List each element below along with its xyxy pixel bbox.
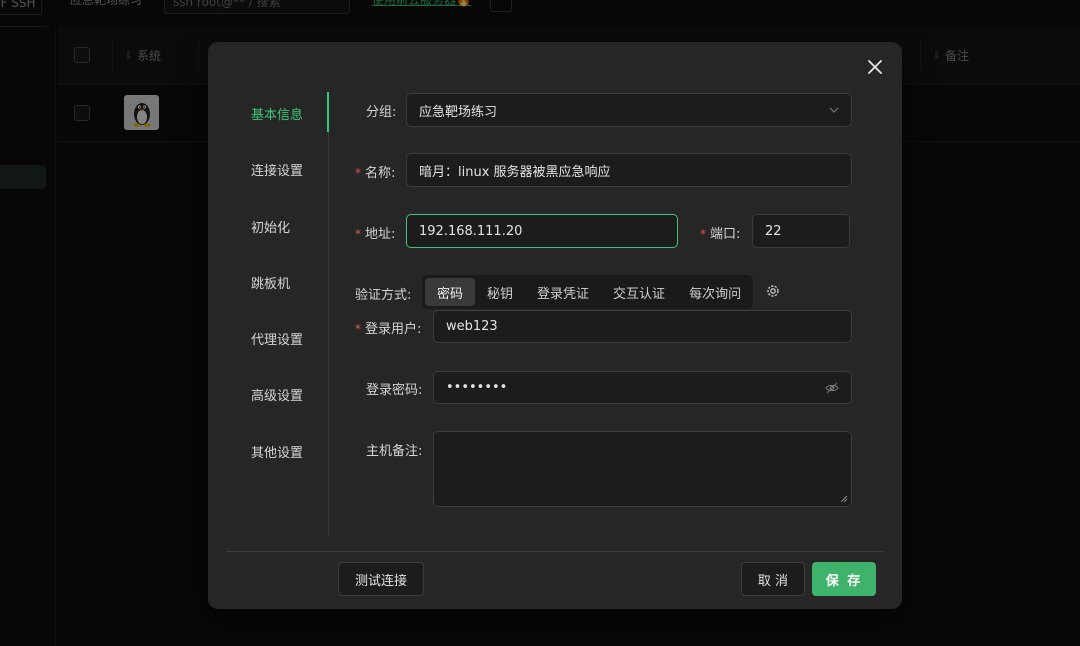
nav-item-basic[interactable]: 基本信息 bbox=[251, 104, 303, 123]
cancel-button[interactable]: 取 消 bbox=[741, 562, 805, 596]
auth-option-credential[interactable]: 登录凭证 bbox=[525, 278, 601, 306]
user-label-text: 登录用户: bbox=[365, 322, 422, 337]
required-mark: * bbox=[355, 166, 361, 180]
nav-item-other[interactable]: 其他设置 bbox=[251, 442, 303, 461]
nav-divider bbox=[328, 92, 329, 535]
group-select[interactable]: 应急靶场练习 bbox=[406, 93, 852, 127]
nav-item-advanced[interactable]: 高级设置 bbox=[251, 385, 303, 404]
auth-option-interactive[interactable]: 交互认证 bbox=[601, 278, 677, 306]
nav-item-connection[interactable]: 连接设置 bbox=[251, 160, 303, 179]
username-input-value: web123 bbox=[446, 319, 498, 334]
edit-host-dialog: 基本信息 连接设置 初始化 跳板机 代理设置 高级设置 其他设置 分组: 应急靶… bbox=[208, 42, 902, 609]
group-field-label: 分组: bbox=[366, 105, 397, 120]
auth-method-selector: 密码 秘钥 登录凭证 交互认证 每次询问 bbox=[422, 275, 753, 309]
chevron-down-icon bbox=[829, 107, 839, 113]
save-button[interactable]: 保 存 bbox=[812, 562, 876, 596]
password-input-value: •••••••• bbox=[446, 380, 508, 395]
auth-option-key[interactable]: 秘钥 bbox=[475, 278, 525, 306]
host-note-textarea[interactable] bbox=[433, 431, 852, 507]
required-mark: * bbox=[700, 227, 706, 241]
test-connection-button[interactable]: 测试连接 bbox=[338, 562, 424, 596]
auth-option-ask-every-time[interactable]: 每次询问 bbox=[677, 278, 753, 306]
nav-item-jump-host[interactable]: 跳板机 bbox=[251, 273, 290, 292]
gear-icon[interactable] bbox=[765, 283, 783, 301]
name-input[interactable]: 暗月：linux 服务器被黑应急响应 bbox=[406, 153, 852, 187]
auth-method-label: 验证方式: bbox=[355, 288, 412, 303]
port-field-label: * 端口: bbox=[700, 223, 740, 242]
password-input[interactable]: •••••••• bbox=[433, 371, 852, 404]
port-label-text: 端口: bbox=[710, 227, 741, 242]
address-input[interactable]: 192.168.111.20 bbox=[406, 214, 678, 248]
name-field-label: * 名称: bbox=[355, 162, 395, 181]
nav-item-proxy[interactable]: 代理设置 bbox=[251, 329, 303, 348]
nav-item-init[interactable]: 初始化 bbox=[251, 217, 290, 236]
port-input[interactable]: 22 bbox=[752, 214, 850, 248]
address-field-label: * 地址: bbox=[355, 223, 395, 242]
nav-active-indicator bbox=[327, 92, 329, 132]
footer-divider bbox=[226, 551, 884, 552]
eye-hidden-icon[interactable] bbox=[825, 382, 839, 394]
password-field-label: 登录密码: bbox=[366, 383, 423, 398]
name-label-text: 名称: bbox=[365, 166, 396, 181]
resize-handle-icon[interactable] bbox=[840, 495, 848, 503]
group-select-value: 应急靶场练习 bbox=[419, 104, 498, 120]
close-icon[interactable] bbox=[864, 56, 886, 78]
required-mark: * bbox=[355, 322, 361, 336]
address-label-text: 地址: bbox=[365, 227, 396, 242]
username-input[interactable]: web123 bbox=[433, 310, 852, 343]
required-mark: * bbox=[355, 227, 361, 241]
port-input-value: 22 bbox=[765, 223, 782, 239]
auth-option-password[interactable]: 密码 bbox=[425, 278, 476, 306]
user-field-label: * 登录用户: bbox=[355, 318, 421, 337]
note-field-label: 主机备注: bbox=[366, 444, 423, 459]
address-input-value: 192.168.111.20 bbox=[419, 223, 523, 239]
name-input-value: 暗月：linux 服务器被黑应急响应 bbox=[419, 164, 611, 180]
